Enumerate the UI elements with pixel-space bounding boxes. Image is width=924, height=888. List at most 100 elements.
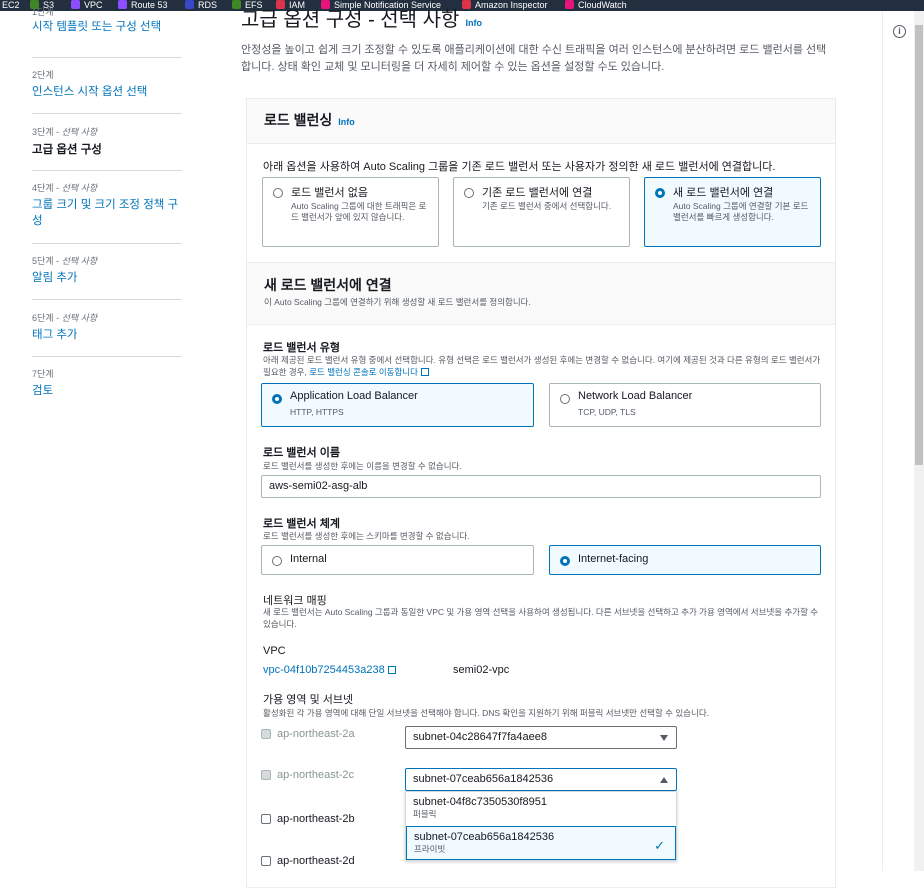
step-number: 7단계 <box>32 369 54 379</box>
step-number: 5단계 - 선택 사항 <box>32 256 98 266</box>
info-link[interactable]: Info <box>465 18 482 28</box>
radio-button[interactable] <box>273 188 283 198</box>
step-number: 1단계 <box>32 7 54 17</box>
radio-button[interactable] <box>464 188 474 198</box>
checkbox[interactable] <box>261 814 271 824</box>
option-sub: 기존 로드 밸런서 중에서 선택합니다. <box>482 201 612 211</box>
scrollbar-thumb[interactable] <box>915 25 923 465</box>
option-sub: Auto Scaling 그룹에 대한 트래픽은 로드 밸런서가 앞에 있지 않… <box>291 201 427 222</box>
subnet-select-2c[interactable]: subnet-07ceab656a1842536 <box>405 768 677 791</box>
step-number: 3단계 - 선택 사항 <box>32 127 98 137</box>
step-link[interactable]: 태그 추가 <box>32 327 182 343</box>
subnet-option[interactable]: subnet-04f8c7350530f8951 퍼블릭 <box>406 792 676 826</box>
vpc-label: VPC <box>263 645 286 657</box>
radio-button-selected[interactable] <box>272 394 282 404</box>
step-link[interactable]: 그룹 크기 및 크기 조정 정책 구성 <box>32 197 182 229</box>
az-2d-checkbox[interactable]: ap-northeast-2d <box>261 855 355 867</box>
checkbox[interactable] <box>261 856 271 866</box>
lb-console-link[interactable]: 로드 밸런싱 콘솔로 이동합니다 <box>309 367 418 377</box>
lb-name-label: 로드 밸런서 이름 <box>263 447 340 459</box>
step-1: 1단계 시작 템플릿 또는 구성 선택 <box>32 7 182 35</box>
chevron-down-icon <box>660 735 668 741</box>
new-lb-header: 새 로드 밸런서에 연결 이 Auto Scaling 그룹에 연결하기 위해 … <box>247 262 835 325</box>
main-content: 고급 옵션 구성 - 선택 사항 Info 안정성을 높이고 쉽게 크기 조정할 … <box>200 9 880 888</box>
divider <box>32 57 182 58</box>
vpc-id-link[interactable]: vpc-04f10b7254453a238 <box>263 664 396 676</box>
service-ec2[interactable]: EC2 <box>2 0 20 11</box>
type-alb[interactable]: Application Load Balancer HTTP, HTTPS <box>261 383 534 427</box>
step-number: 6단계 - 선택 사항 <box>32 313 98 323</box>
type-nlb[interactable]: Network Load Balancer TCP, UDP, TLS <box>549 383 821 427</box>
option-title: Internal <box>290 553 327 565</box>
external-link-icon <box>387 666 396 674</box>
vpc-name: semi02-vpc <box>453 664 510 676</box>
option-new-lb[interactable]: 새 로드 밸런서에 연결 Auto Scaling 그룹에 연결할 기본 로드 … <box>644 177 821 247</box>
step-link[interactable]: 검토 <box>32 383 182 399</box>
subnet-option-selected[interactable]: subnet-07ceab656a1842536 프라이빗 ✓ <box>406 826 676 860</box>
option-title: 로드 밸런서 없음 <box>291 187 368 199</box>
option-no-lb[interactable]: 로드 밸런서 없음 Auto Scaling 그룹에 대한 트래픽은 로드 밸런… <box>262 177 439 247</box>
radio-button[interactable] <box>272 556 282 566</box>
step-4: 4단계 - 선택 사항 그룹 크기 및 크기 조정 정책 구성 <box>32 181 182 229</box>
step-link[interactable]: 시작 템플릿 또는 구성 선택 <box>32 19 182 35</box>
step-link[interactable]: 인스턴스 시작 옵션 선택 <box>32 84 182 100</box>
option-existing-lb[interactable]: 기존 로드 밸런서에 연결 기존 로드 밸런서 중에서 선택합니다. <box>453 177 630 247</box>
new-lb-title: 새 로드 밸런서에 연결 <box>264 277 392 293</box>
scheme-internet-facing[interactable]: Internet-facing <box>549 545 821 575</box>
lb-name-input[interactable]: aws-semi02-asg-alb <box>261 475 821 498</box>
option-sub: Auto Scaling 그룹에 연결할 기본 로드 밸런서를 빠르게 생성합니… <box>673 201 809 222</box>
wizard-steps: 1단계 시작 템플릿 또는 구성 선택 2단계 인스턴스 시작 옵션 선택 3단… <box>0 7 200 871</box>
az-2b-checkbox[interactable]: ap-northeast-2b <box>261 813 355 825</box>
az-2c-checkbox[interactable]: ap-northeast-2c <box>261 769 354 781</box>
check-icon: ✓ <box>654 838 665 853</box>
divider <box>32 170 182 171</box>
load-balancing-panel: 로드 밸런싱 Info 아래 옵션을 사용하여 Auto Scaling 그룹을 … <box>246 98 836 888</box>
step-7: 7단계 검토 <box>32 367 182 399</box>
scheme-internal[interactable]: Internal <box>261 545 534 575</box>
radio-button[interactable] <box>560 394 570 404</box>
step-number: 2단계 <box>32 70 54 80</box>
external-link-icon <box>420 368 429 376</box>
az-label: 가용 영역 및 서브넷 <box>263 694 354 706</box>
az-2a-checkbox[interactable]: ap-northeast-2a <box>261 728 355 740</box>
page-title: 고급 옵션 구성 - 선택 사항 Info <box>241 9 482 31</box>
option-sub: HTTP, HTTPS <box>290 407 344 417</box>
step-link[interactable]: 알림 추가 <box>32 270 182 286</box>
option-title: Network Load Balancer <box>578 390 693 402</box>
checkbox[interactable] <box>261 729 271 739</box>
chevron-up-icon <box>660 777 668 783</box>
info-icon[interactable]: i <box>893 25 906 38</box>
info-link[interactable]: Info <box>338 117 355 127</box>
lb-type-hint: 아래 제공된 로드 밸런서 유형 중에서 선택합니다. 유형 선택은 로드 밸런… <box>263 355 821 377</box>
subnet-dropdown: subnet-04f8c7350530f8951 퍼블릭 subnet-07ce… <box>405 791 677 861</box>
step-6: 6단계 - 선택 사항 태그 추가 <box>32 311 182 343</box>
az-hint: 활성화된 각 가용 영역에 대해 단일 서브넷을 선택해야 합니다. DNS 확… <box>263 708 710 718</box>
panel-title: 로드 밸런싱 Info <box>264 112 355 128</box>
lb-intro: 아래 옵션을 사용하여 Auto Scaling 그룹을 기존 로드 밸런서 또… <box>263 161 776 173</box>
scrollbar[interactable] <box>914 11 924 871</box>
checkbox[interactable] <box>261 770 271 780</box>
page-description: 안정성을 높이고 쉽게 크기 조정할 수 있도록 애플리케이션에 대한 수신 트… <box>241 44 827 73</box>
service-rds[interactable]: RDS <box>185 0 217 11</box>
option-title: Application Load Balancer <box>290 390 418 402</box>
efs-icon <box>232 0 241 9</box>
subnet-select-2a[interactable]: subnet-04c28647f7fa4aee8 <box>405 726 677 749</box>
step-5: 5단계 - 선택 사항 알림 추가 <box>32 254 182 286</box>
step-3: 3단계 - 선택 사항 고급 옵션 구성 <box>32 125 182 157</box>
new-lb-desc: 이 Auto Scaling 그룹에 연결하기 위해 생성할 새 로드 밸런서를… <box>264 297 531 307</box>
divider <box>32 299 182 300</box>
divider <box>32 243 182 244</box>
option-title: Internet-facing <box>578 553 649 565</box>
lb-type-label: 로드 밸런서 유형 <box>263 342 340 354</box>
cloudwatch-icon <box>565 0 574 9</box>
network-mapping-hint: 새 로드 밸런서는 Auto Scaling 그룹과 동일한 VPC 및 가용 … <box>263 607 819 629</box>
radio-button-selected[interactable] <box>655 188 665 198</box>
radio-button-selected[interactable] <box>560 556 570 566</box>
option-title: 새 로드 밸런서에 연결 <box>673 187 774 199</box>
service-cloudwatch[interactable]: CloudWatch <box>565 0 627 11</box>
lb-name-hint: 로드 밸런서를 생성한 후에는 이름을 변경할 수 없습니다. <box>263 461 462 471</box>
lb-scheme-label: 로드 밸런서 체계 <box>263 518 340 530</box>
lb-scheme-hint: 로드 밸런서를 생성한 후에는 스키마를 변경할 수 없습니다. <box>263 531 470 541</box>
help-panel-rail: i <box>882 11 914 871</box>
divider <box>32 113 182 114</box>
